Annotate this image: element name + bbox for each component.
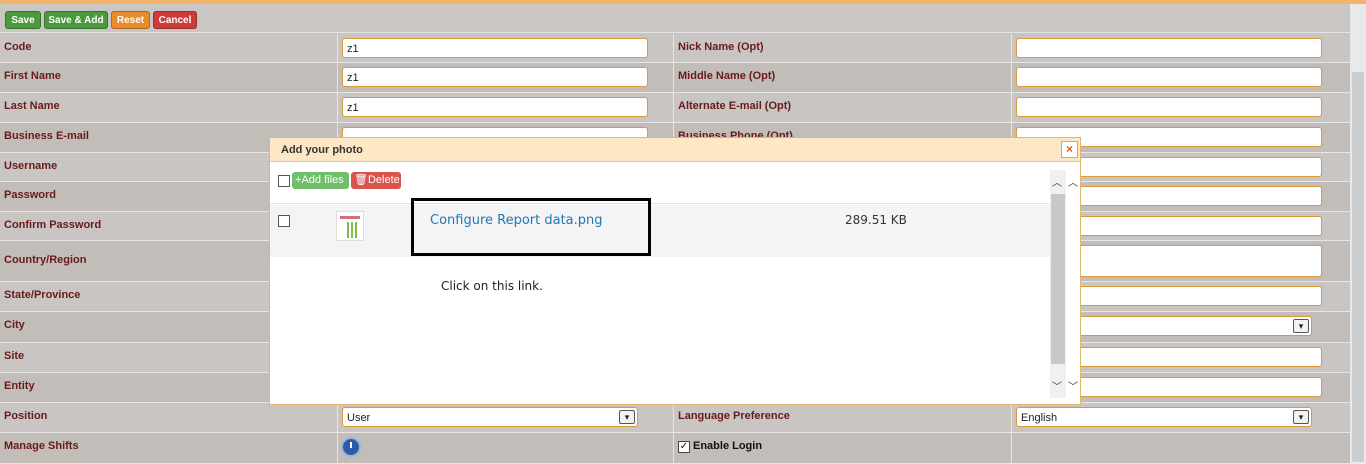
entity-label: Entity xyxy=(4,380,35,392)
form-toolbar: Save Save & Add Reset Cancel xyxy=(0,4,1350,33)
close-icon[interactable]: × xyxy=(1061,141,1078,158)
lastname-input[interactable]: z1 xyxy=(342,97,648,117)
site-label: Site xyxy=(4,350,25,362)
scroll-down-icon[interactable]: ﹀ xyxy=(1050,378,1064,393)
reset-button[interactable]: Reset xyxy=(111,11,150,29)
password-label: Password xyxy=(4,189,56,201)
form-row: First Name z1 Middle Name (Opt) xyxy=(0,63,1350,93)
shifts-label: Manage Shifts xyxy=(4,440,79,452)
form-row: Last Name z1 Alternate E-mail (Opt) xyxy=(0,93,1350,123)
dialog-scrollbar-outer[interactable]: ︿ ﹀ xyxy=(1066,170,1080,398)
state-label: State/Province xyxy=(4,289,81,301)
add-photo-dialog: Add your photo × +Add files 🗑Delete Conf… xyxy=(269,137,1081,405)
scroll-up-icon[interactable]: ︿ xyxy=(1050,174,1064,189)
trash-icon: 🗑 xyxy=(354,174,368,186)
add-files-button[interactable]: +Add files xyxy=(292,172,349,189)
form-row: Code z1 Nick Name (Opt) xyxy=(0,34,1350,63)
clock-icon[interactable] xyxy=(341,437,361,457)
file-thumbnail[interactable] xyxy=(336,211,364,241)
dialog-header: Add your photo × xyxy=(270,138,1080,162)
username-label: Username xyxy=(4,160,58,172)
add-files-label: Add files xyxy=(301,174,344,186)
firstname-label: First Name xyxy=(4,70,61,82)
code-input[interactable]: z1 xyxy=(342,38,648,58)
chevron-down-icon[interactable]: ▾ xyxy=(1293,319,1309,333)
language-select[interactable]: English ▾ xyxy=(1016,407,1312,427)
chevron-down-icon[interactable]: ▾ xyxy=(619,410,635,424)
confirm-password-label: Confirm Password xyxy=(4,219,102,231)
delete-label: Delete xyxy=(367,174,400,186)
dialog-scrollbar[interactable]: ︿ ﹀ xyxy=(1050,170,1066,398)
file-size: 289.51 KB xyxy=(845,213,907,227)
form-row: Manage Shifts ✓ Enable Login xyxy=(0,433,1350,464)
altemail-label: Alternate E-mail (Opt) xyxy=(678,100,792,112)
cancel-button[interactable]: Cancel xyxy=(153,11,197,29)
enable-login-label: Enable Login xyxy=(693,440,763,452)
bizemail-label: Business E-mail xyxy=(4,130,89,142)
scroll-down-icon[interactable]: ﹀ xyxy=(1066,378,1080,393)
language-value: English xyxy=(1021,412,1058,424)
enable-login-checkbox[interactable]: ✓ xyxy=(678,441,690,453)
nickname-input[interactable] xyxy=(1016,38,1322,58)
middlename-label: Middle Name (Opt) xyxy=(678,70,776,82)
form-row: Position User ▾ Language Preference Engli… xyxy=(0,403,1350,433)
lastname-label: Last Name xyxy=(4,100,60,112)
country-label: Country/Region xyxy=(4,254,87,266)
page-scrollbar[interactable] xyxy=(1350,4,1366,464)
position-label: Position xyxy=(4,410,48,422)
scroll-up-icon[interactable]: ︿ xyxy=(1066,174,1080,189)
delete-button[interactable]: 🗑Delete xyxy=(351,172,401,189)
file-link[interactable]: Configure Report data.png xyxy=(430,213,603,228)
instruction-text: Click on this link. xyxy=(441,279,543,293)
position-select[interactable]: User ▾ xyxy=(342,407,638,427)
dialog-toolbar: +Add files 🗑Delete xyxy=(270,170,1050,204)
dialog-scrollbar-thumb[interactable] xyxy=(1051,194,1065,364)
language-label: Language Preference xyxy=(678,410,790,422)
position-value: User xyxy=(347,412,371,424)
middlename-input[interactable] xyxy=(1016,67,1322,87)
page-scrollbar-thumb[interactable] xyxy=(1352,72,1364,462)
save-button[interactable]: Save xyxy=(5,11,41,29)
save-and-add-button[interactable]: Save & Add xyxy=(44,11,108,29)
firstname-input[interactable]: z1 xyxy=(342,67,648,87)
altemail-input[interactable] xyxy=(1016,97,1322,117)
file-checkbox[interactable] xyxy=(278,215,290,227)
dialog-title: Add your photo xyxy=(281,144,363,156)
select-all-checkbox[interactable] xyxy=(278,175,290,187)
city-label: City xyxy=(4,319,25,331)
chevron-down-icon[interactable]: ▾ xyxy=(1293,410,1309,424)
nickname-label: Nick Name (Opt) xyxy=(678,41,764,53)
code-label: Code xyxy=(4,41,32,53)
file-row: Configure Report data.png 289.51 KB xyxy=(270,198,1050,257)
